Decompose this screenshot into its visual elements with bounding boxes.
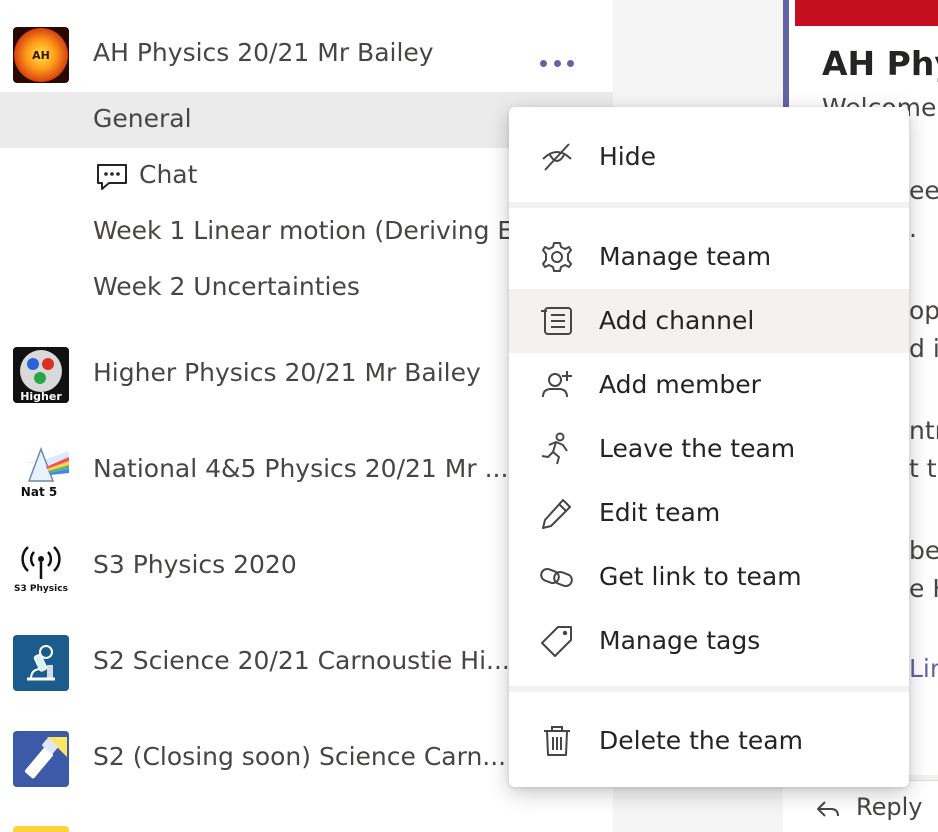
link-icon — [540, 567, 573, 588]
pencil-icon — [542, 499, 571, 529]
menu-item-label: Manage team — [599, 242, 772, 271]
menu-item-manage-team[interactable]: Manage team — [509, 225, 909, 289]
reply-label: Reply — [856, 793, 923, 821]
leave-icon — [541, 432, 568, 465]
team-avatar-partial — [13, 826, 69, 832]
channel-label: Week 2 Uncertainties — [93, 272, 360, 301]
top-strip — [0, 0, 613, 20]
team-name: S2 (Closing soon) Science Carn... — [93, 742, 507, 771]
menu-item-label: Add channel — [599, 306, 755, 335]
post-title: AH Phys — [822, 44, 938, 83]
team-name: AH Physics 20/21 Mr Bailey — [93, 38, 434, 67]
menu-item-leave-team[interactable]: Leave the team — [509, 417, 909, 481]
team-avatar-higher: Higher — [13, 347, 69, 403]
menu-item-label: Leave the team — [599, 434, 796, 463]
team-avatar-nat5-text: Nat 5 — [21, 485, 57, 499]
menu-item-add-channel[interactable]: Add channel — [509, 289, 909, 353]
team-avatar-nat5: Nat 5 — [13, 443, 69, 499]
team-context-menu: Hide Manage team Add channel Add member — [509, 107, 909, 787]
menu-item-label: Manage tags — [599, 626, 761, 655]
team-avatar-s3-text: S3 Physics — [14, 584, 68, 594]
reply-button[interactable]: Reply — [783, 780, 938, 832]
post-banner — [795, 0, 938, 26]
team-avatar-ah-text: AH — [32, 49, 50, 62]
reply-icon — [817, 801, 839, 817]
post-text-fragment: t t — [909, 454, 937, 483]
hide-icon — [542, 143, 572, 171]
post-text-fragment: . — [909, 214, 917, 243]
team-avatar-s3: S3 Physics — [13, 539, 69, 595]
channel-label: Week 1 Linear motion (Deriving Ec — [93, 216, 527, 245]
menu-item-hide[interactable]: Hide — [509, 125, 909, 189]
post-text-fragment: e H — [909, 574, 938, 603]
channel-label: General — [93, 104, 192, 133]
menu-item-label: Get link to team — [599, 562, 802, 591]
team-name: S2 Science 20/21 Carnoustie Hi... — [93, 646, 510, 675]
tag-icon — [541, 626, 572, 657]
team-avatar-ah: AH — [13, 27, 69, 83]
menu-item-edit-team[interactable]: Edit team — [509, 481, 909, 545]
post-text-fragment: op — [909, 296, 938, 325]
team-name: S3 Physics 2020 — [93, 550, 297, 579]
add-member-icon — [542, 371, 572, 398]
post-text-fragment: ntro — [909, 416, 938, 445]
menu-item-add-member[interactable]: Add member — [509, 353, 909, 417]
post-text-fragment: d in — [909, 334, 938, 363]
post-text-fragment: eek — [909, 176, 938, 205]
menu-item-label: Add member — [599, 370, 761, 399]
team-name: Higher Physics 20/21 Mr Bailey — [93, 358, 481, 387]
post-link-fragment[interactable]: Lin — [909, 654, 938, 683]
menu-item-delete-team[interactable]: Delete the team — [509, 709, 909, 773]
menu-divider — [509, 202, 909, 208]
team-name: National 4&5 Physics 20/21 Mr ... — [93, 454, 509, 483]
menu-item-get-link[interactable]: Get link to team — [509, 545, 909, 609]
more-horizontal-icon[interactable] — [540, 55, 574, 71]
menu-item-label: Hide — [599, 142, 656, 171]
team-row-ah-physics[interactable]: AH AH Physics 20/21 Mr Bailey — [0, 19, 613, 89]
microscope-icon — [13, 635, 69, 691]
trash-icon — [544, 726, 570, 756]
gear-icon — [542, 242, 572, 272]
menu-item-label: Edit team — [599, 498, 721, 527]
team-avatar-higher-text: Higher — [20, 390, 62, 403]
channel-label: Chat — [139, 160, 198, 189]
menu-item-label: Delete the team — [599, 726, 803, 755]
menu-divider — [509, 686, 909, 692]
add-channel-icon — [541, 307, 572, 335]
post-text-fragment: be — [909, 536, 938, 565]
menu-item-manage-tags[interactable]: Manage tags — [509, 609, 909, 673]
flashlight-icon — [13, 731, 69, 787]
chat-icon — [97, 164, 127, 190]
